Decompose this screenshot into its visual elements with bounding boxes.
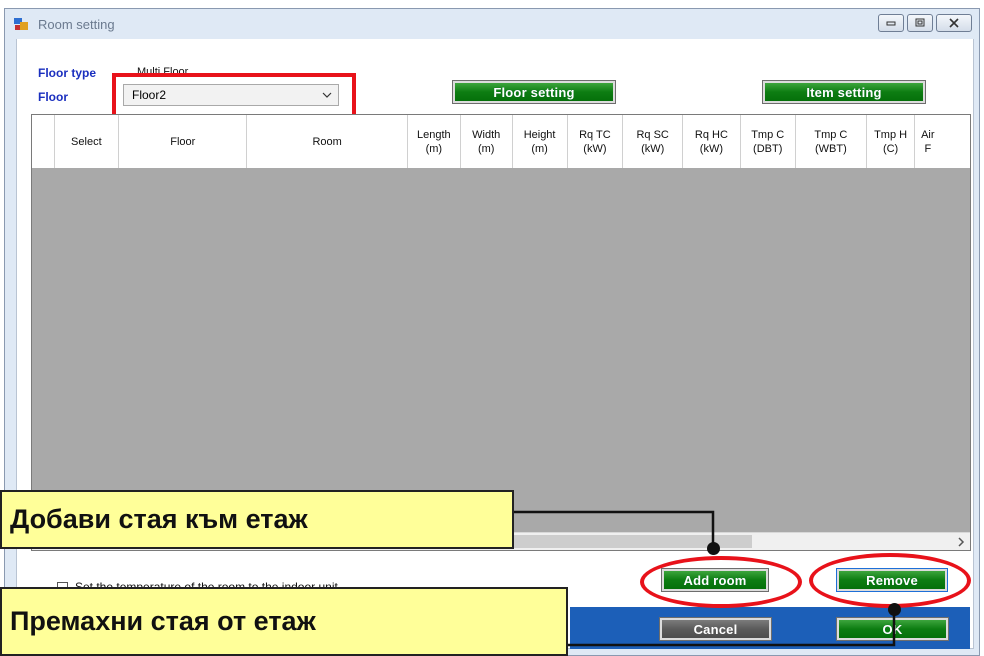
callout-leader-lines: [514, 510, 896, 647]
remove-room-callout: Премахни стая от етаж: [0, 587, 568, 656]
add-room-callout: Добави стая към етаж: [0, 490, 514, 549]
add-callout-anchor: [707, 542, 720, 555]
remove-callout-anchor: [888, 603, 901, 616]
